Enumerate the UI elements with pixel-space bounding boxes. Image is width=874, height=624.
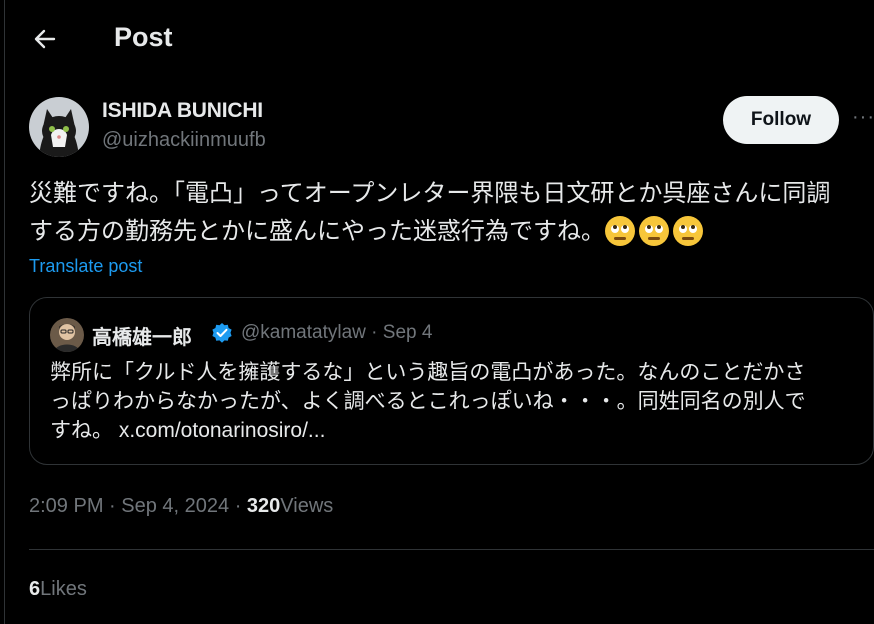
post-time[interactable]: 2:09 PM (29, 495, 103, 517)
post-header: Post (0, 0, 874, 78)
author-handle[interactable]: @uizhackiinmuufb (102, 129, 266, 152)
quoted-text-line-1: 弊所に「クルド人を擁護するな」という趣旨の電凸があった。なんのことだかさ (50, 361, 806, 384)
verified-badge-icon (211, 322, 233, 344)
quoted-separator: · (371, 322, 378, 343)
follow-button[interactable]: Follow (723, 96, 839, 144)
quoted-handle: @kamatatylaw (241, 322, 366, 343)
post-date[interactable]: Sep 4, 2024 (121, 495, 229, 517)
translate-post-link[interactable]: Translate post (29, 256, 142, 277)
post-text-line-2: する方の勤務先とかに盛んにやった迷惑行為ですね。 (29, 213, 874, 251)
quoted-date: Sep 4 (382, 322, 433, 343)
column-border (4, 0, 5, 624)
divider (29, 549, 874, 550)
back-arrow-icon[interactable] (30, 24, 60, 54)
face-with-rolling-eyes-icon (639, 215, 669, 246)
author-display-name[interactable]: ISHIDA BUNICHI (102, 99, 263, 123)
post-text-line-2-text: する方の勤務先とかに盛んにやった迷惑行為ですね。 (29, 218, 605, 245)
post-text: 災難ですね。「電凸」ってオープンレター界隈も日文研とか呉座さんに同調 する方の勤… (29, 175, 874, 251)
likes-count: 6 (29, 578, 41, 600)
face-with-rolling-eyes-icon (605, 215, 635, 246)
face-with-rolling-eyes-icon (673, 215, 703, 246)
quoted-text-line-2: っぱりわからなかったが、よく調べるとこれっぽいね・・・。同姓同名の別人で (50, 390, 806, 413)
more-options-icon[interactable]: ··· (852, 106, 874, 132)
quoted-post-card[interactable]: 高橋雄一郎 @kamatatylaw · Sep 4 弊所に「クルド人を擁護する… (29, 297, 874, 465)
likes-label: Likes (40, 578, 87, 600)
post-timestamp: 2:09 PM · Sep 4, 2024 · 320Views (29, 495, 334, 517)
quoted-avatar (50, 318, 84, 352)
avatar[interactable] (29, 97, 89, 157)
likes-link[interactable]: 6Likes (29, 578, 87, 601)
quoted-meta: @kamatatylaw · Sep 4 (241, 322, 432, 344)
quoted-text-line-3: すね。 x.com/otonarinosiro/... (50, 419, 326, 442)
quoted-text: 弊所に「クルド人を擁護するな」という趣旨の電凸があった。なんのことだかさ っぱり… (50, 358, 872, 445)
views-count: 320 (246, 495, 281, 517)
post-text-line-1: 災難ですね。「電凸」ってオープンレター界隈も日文研とか呉座さんに同調 (29, 180, 831, 207)
views-label: Views (280, 495, 334, 517)
quoted-display-name: 高橋雄一郎 (92, 327, 192, 349)
page-title: Post (114, 22, 173, 52)
